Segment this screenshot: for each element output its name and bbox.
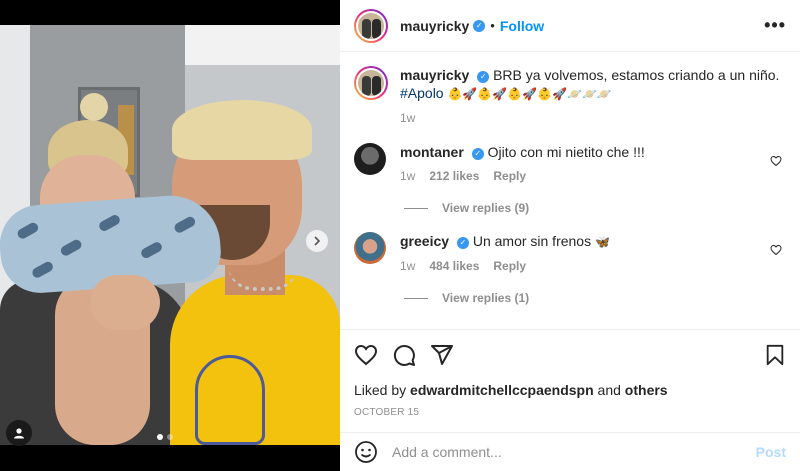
avatar-figure	[362, 76, 371, 96]
emoji-icon[interactable]	[354, 440, 378, 464]
caption-time[interactable]: 1w	[400, 109, 415, 127]
post-header: mauyricky ✓ • Follow •••	[340, 0, 800, 52]
post-media	[0, 0, 340, 471]
replies-divider	[404, 297, 428, 299]
carousel-dot	[167, 434, 173, 440]
share-send-icon[interactable]	[430, 343, 454, 367]
tagged-users-button[interactable]	[6, 420, 32, 446]
comment-input[interactable]	[392, 444, 756, 460]
liked-and: and	[597, 382, 621, 398]
more-options-icon[interactable]: •••	[764, 15, 786, 36]
butterfly-emoji: 🦋	[595, 235, 610, 249]
comments-section: mauyricky ✓ BRB ya volvemos, estamos cri…	[340, 52, 800, 329]
liked-others-link[interactable]: others	[625, 382, 668, 398]
avatar-image	[356, 10, 386, 41]
scarf-pattern	[172, 215, 197, 235]
chevron-right-icon	[314, 236, 321, 246]
hashtag-link[interactable]: #Apolo	[400, 85, 444, 101]
comment-avatar[interactable]	[354, 143, 386, 175]
caption-meta: 1w	[400, 109, 786, 127]
carousel-next-button[interactable]	[306, 230, 328, 252]
post-photo[interactable]	[0, 25, 340, 445]
comment-likes[interactable]: 212 likes	[429, 167, 479, 185]
comment-bubble-icon[interactable]	[392, 343, 416, 367]
comment-username[interactable]: montaner	[400, 144, 464, 160]
caption-text-line: mauyricky ✓ BRB ya volvemos, estamos cri…	[400, 66, 786, 84]
comment-time[interactable]: 1w	[400, 167, 415, 185]
replies-divider	[404, 207, 428, 209]
follow-button[interactable]: Follow	[500, 18, 544, 34]
comment-body: montaner ✓ Ojito con mi nietito che !!! …	[400, 143, 786, 185]
liked-by-user[interactable]: edwardmitchellccpaendspn	[410, 382, 594, 398]
comment-likes[interactable]: 484 likes	[429, 257, 479, 275]
post-comment-button[interactable]: Post	[756, 444, 786, 460]
comment-text: Un amor sin frenos	[472, 233, 592, 249]
photo-hand	[90, 275, 160, 330]
caption-hashtag-line: #Apolo 👶🚀👶🚀👶🚀👶🚀🪐🪐🪐	[400, 84, 786, 103]
caption-avatar[interactable]	[354, 66, 388, 100]
author-username[interactable]: mauyricky	[400, 18, 469, 34]
photo-person-right-hair	[172, 100, 312, 160]
heart-icon[interactable]	[770, 244, 782, 256]
user-icon	[14, 428, 24, 439]
comment-time[interactable]: 1w	[400, 257, 415, 275]
verified-badge-icon: ✓	[477, 71, 490, 83]
view-replies-button[interactable]: View replies (1)	[404, 291, 786, 305]
view-replies-button[interactable]: View replies (9)	[404, 201, 786, 215]
caption-username[interactable]: mauyricky	[400, 67, 469, 83]
reply-button[interactable]: Reply	[493, 167, 526, 185]
view-replies-label: View replies (9)	[442, 201, 530, 215]
verified-badge-icon: ✓	[456, 237, 469, 249]
reply-button[interactable]: Reply	[493, 257, 526, 275]
separator: •	[490, 18, 495, 33]
view-replies-label: View replies (1)	[442, 291, 530, 305]
scarf-pattern	[97, 213, 122, 233]
caption-text: BRB ya volvemos, estamos criando a un ni…	[493, 67, 780, 83]
heart-icon[interactable]	[770, 155, 782, 167]
avatar-figure	[362, 18, 371, 39]
post-date[interactable]: OCTOBER 15	[354, 407, 786, 418]
photo-background	[185, 25, 340, 65]
comment-item: montaner ✓ Ojito con mi nietito che !!! …	[354, 143, 786, 185]
comment-text-line: greeicy ✓ Un amor sin frenos 🦋	[400, 232, 786, 251]
liked-prefix: Liked by	[354, 382, 407, 398]
comment-avatar[interactable]	[354, 232, 386, 264]
carousel-dot	[157, 434, 163, 440]
comment-meta: 1w 212 likes Reply	[400, 167, 786, 185]
like-heart-icon[interactable]	[354, 343, 378, 367]
scarf-pattern	[139, 240, 164, 260]
bookmark-icon[interactable]	[764, 344, 786, 366]
carousel-indicator	[157, 434, 173, 440]
author-avatar[interactable]	[354, 8, 388, 43]
caption: mauyricky ✓ BRB ya volvemos, estamos cri…	[354, 66, 786, 127]
comment-text: Ojito con mi nietito che !!!	[487, 144, 645, 160]
photo-person-left-bun	[80, 93, 108, 121]
photo-shirt-print	[195, 355, 265, 445]
caption-emojis: 👶🚀👶🚀👶🚀👶🚀🪐🪐🪐	[447, 87, 612, 101]
liked-by: Liked by edwardmitchellccpaendspn and ot…	[354, 382, 786, 398]
post-actions: Liked by edwardmitchellccpaendspn and ot…	[340, 329, 800, 418]
verified-badge-icon: ✓	[473, 19, 486, 32]
post-panel: mauyricky ✓ • Follow ••• mauyricky ✓ BRB…	[340, 0, 800, 471]
add-comment-bar: Post	[340, 432, 800, 471]
scarf-pattern	[59, 238, 84, 258]
comment-username[interactable]: greeicy	[400, 233, 449, 249]
verified-badge-icon: ✓	[471, 148, 484, 160]
action-bar	[354, 342, 786, 368]
caption-body: mauyricky ✓ BRB ya volvemos, estamos cri…	[400, 66, 786, 127]
scarf-pattern	[15, 220, 40, 241]
comment-text-line: montaner ✓ Ojito con mi nietito che !!!	[400, 143, 786, 161]
avatar-figure	[372, 18, 381, 39]
avatar-image	[356, 68, 386, 98]
comment-body: greeicy ✓ Un amor sin frenos 🦋 1w 484 li…	[400, 232, 786, 275]
comment-item: greeicy ✓ Un amor sin frenos 🦋 1w 484 li…	[354, 232, 786, 275]
scarf-pattern	[30, 260, 55, 280]
avatar-figure	[372, 76, 381, 96]
comment-meta: 1w 484 likes Reply	[400, 257, 786, 275]
